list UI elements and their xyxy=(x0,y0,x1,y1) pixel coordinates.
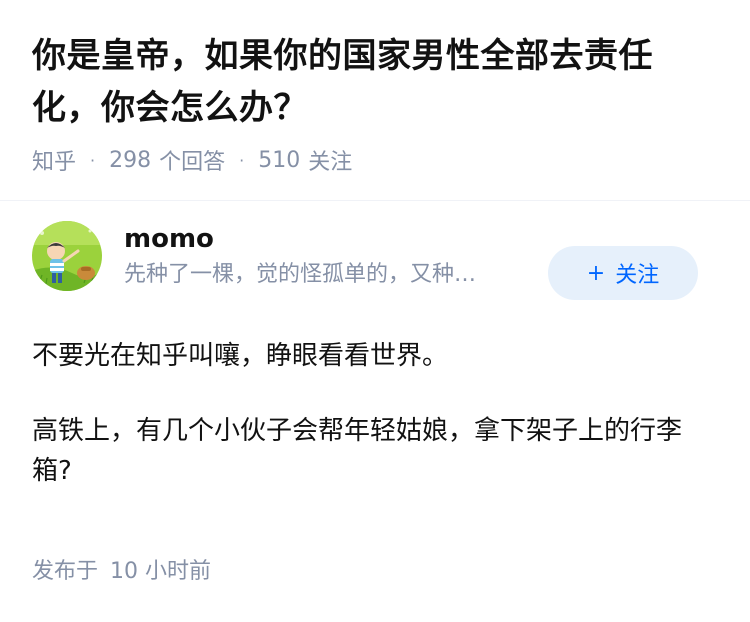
plus-icon: + xyxy=(586,260,606,286)
question-meta: 知乎 · 298 个回答 · 510 关注 xyxy=(32,144,718,176)
publish-timestamp: 10 小时前 xyxy=(110,559,212,584)
answer-content[interactable]: 不要光在知乎叫嚷，睁眼看看世界。 高铁上，有几个小伙子会帮年轻姑娘，拿下架子上的… xyxy=(32,336,718,491)
source-label[interactable]: 知乎 xyxy=(32,144,76,176)
answer-paragraph: 不要光在知乎叫嚷，睁眼看看世界。 xyxy=(32,341,449,371)
follow-button-label: 关注 xyxy=(615,263,660,288)
answer-count-label: 个回答 xyxy=(159,150,226,175)
author-info: momo 先种了一棵，觉的怪孤单的，又种… xyxy=(124,221,534,291)
avatar-cartoon-icon xyxy=(32,221,102,291)
answer-count: 298 xyxy=(109,147,152,173)
meta-separator: · xyxy=(239,150,245,170)
author-avatar[interactable] xyxy=(32,221,102,291)
answer-publish-time: 发布于 10 小时前 xyxy=(32,553,211,585)
author-bio: 先种了一棵，觉的怪孤单的，又种… xyxy=(124,262,477,287)
answer-card: momo 先种了一棵，觉的怪孤单的，又种… + 关注 不要光在知乎叫嚷，睁眼看看… xyxy=(0,201,750,584)
author-name[interactable]: momo xyxy=(124,221,534,257)
question-header: 你是皇帝，如果你的国家男性全部去责任化，你会怎么办？ 知乎 · 298 个回答 … xyxy=(0,0,750,175)
author-row: momo 先种了一棵，觉的怪孤单的，又种… + 关注 xyxy=(32,201,718,311)
meta-separator: · xyxy=(90,150,96,170)
publish-prefix: 发布于 xyxy=(32,559,99,584)
answer-paragraph: 高铁上，有几个小伙子会帮年轻姑娘，拿下架子上的行李箱? xyxy=(32,416,683,486)
follow-button[interactable]: + 关注 xyxy=(548,246,698,300)
follower-count: 510 xyxy=(258,147,301,173)
follower-count-label: 关注 xyxy=(308,150,353,175)
question-title[interactable]: 你是皇帝，如果你的国家男性全部去责任化，你会怎么办？ xyxy=(32,30,718,134)
